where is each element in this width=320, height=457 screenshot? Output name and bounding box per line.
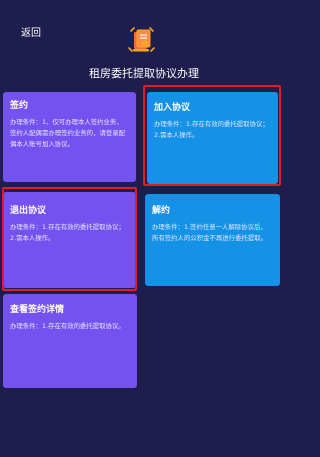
- exit-card-title: 退出协议: [10, 206, 47, 216]
- detail-card-title: 查看签约详情: [10, 305, 65, 315]
- back-button[interactable]: 返回: [21, 24, 41, 39]
- sign-card[interactable]: 签约 办理条件：1、仅可办理本人签约业务，签约人配偶需办理签约业务的，请登录配偶…: [3, 92, 136, 182]
- detail-card-desc: 办理条件：1.存在有效的委托提取协议。: [10, 322, 125, 330]
- sign-card-desc: 办理条件：1、仅可办理本人签约业务，签约人配偶需办理签约业务的，请登录配偶本人账…: [10, 118, 126, 148]
- view-detail-card[interactable]: 查看签约详情 办理条件：1.存在有效的委托提取协议。: [3, 294, 137, 388]
- exit-card-desc: 办理条件：1.存在有效的委托提取协议；2.需本人操作。: [10, 223, 125, 242]
- document-stamp-icon: [128, 27, 155, 52]
- release-card-title: 解约: [152, 206, 171, 216]
- exit-agreement-card[interactable]: 退出协议 办理条件：1.存在有效的委托提取协议；2.需本人操作。: [3, 192, 136, 288]
- sign-card-title: 签约: [10, 101, 29, 111]
- release-card-desc: 办理条件：1.签约任意一人解除协议后，所有签约人的公积金不再进行委托提取。: [152, 223, 268, 242]
- join-agreement-card[interactable]: 加入协议 办理条件：1.存在有效的委托提取协议；2.需本人操作。: [147, 92, 278, 184]
- join-card-title: 加入协议: [154, 103, 191, 113]
- join-card-desc: 办理条件：1.存在有效的委托提取协议；2.需本人操作。: [154, 120, 269, 139]
- release-card[interactable]: 解约 办理条件：1.签约任意一人解除协议后，所有签约人的公积金不再进行委托提取。: [145, 194, 280, 286]
- page-title: 租房委托提取协议办理: [89, 67, 199, 80]
- page: 返回 租房委托提取协议办理 签约 办理条件：1、仅可办理本人签约业务，签约人配偶…: [0, 0, 288, 457]
